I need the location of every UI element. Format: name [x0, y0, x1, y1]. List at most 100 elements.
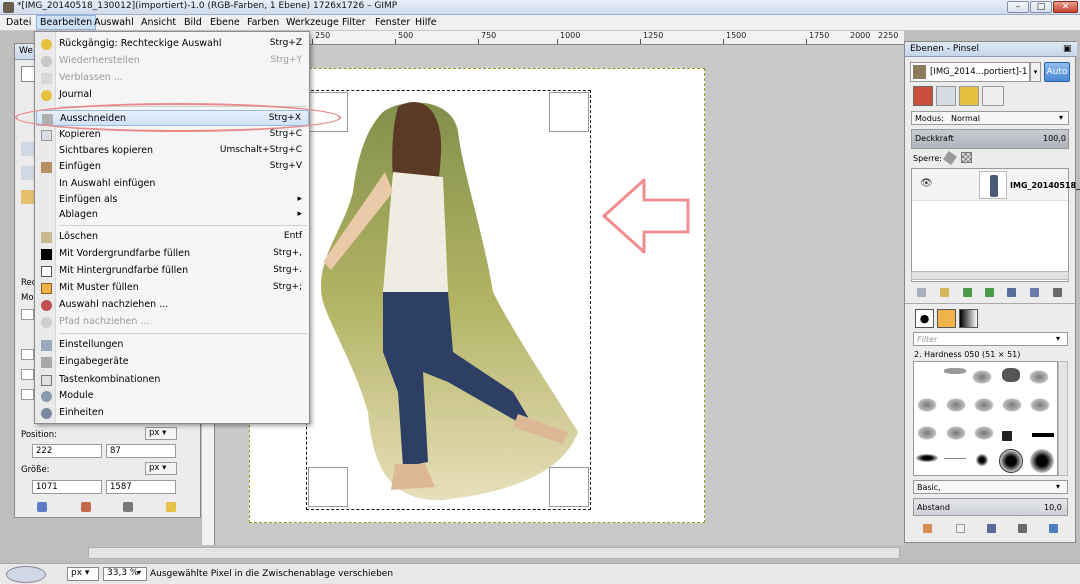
new-layer-icon[interactable] [917, 288, 926, 297]
menu-item-fill-fg[interactable]: Mit Vordergrundfarbe füllen Strg+, [36, 246, 309, 262]
menu-item-undo[interactable]: Rückgängig: Rechteckige Auswahl Strg+Z [36, 36, 309, 52]
stroke-selection-icon [41, 300, 52, 311]
menu-item-input-devices[interactable]: Eingabegeräte [36, 354, 309, 370]
menu-item-paste[interactable]: Einfügen Strg+V [36, 159, 309, 175]
horizontal-scrollbar[interactable] [88, 547, 900, 559]
menu-item-clear[interactable]: Löschen Entf [36, 229, 309, 245]
opacity-slider[interactable]: Deckkraft 100,0 [911, 129, 1069, 149]
anchor-layer-icon[interactable] [1030, 288, 1039, 297]
menu-item-label: Pfad nachziehen ... [59, 316, 150, 327]
menu-bild[interactable]: Bild [184, 17, 202, 28]
menu-item-fade[interactable]: Verblassen ... [36, 70, 309, 86]
option-checkbox[interactable] [21, 349, 34, 360]
size-width-input[interactable]: 1071 [32, 480, 102, 494]
rectangle-selection[interactable] [306, 90, 591, 510]
selection-handle-bottom-right[interactable] [549, 467, 589, 507]
auto-button[interactable]: Auto [1044, 62, 1070, 82]
close-button[interactable]: ✕ [1053, 1, 1078, 13]
menu-item-label: Einheiten [59, 407, 104, 418]
new-brush-icon[interactable] [956, 524, 965, 533]
restore-options-icon[interactable] [81, 502, 91, 512]
image-selector-dropdown[interactable]: [IMG_2014...portiert]-1 [910, 62, 1030, 82]
menu-item-modules[interactable]: Module [36, 388, 309, 404]
brush-grid[interactable] [913, 361, 1058, 476]
panel-menu-icon[interactable]: ▣ [1063, 44, 1072, 54]
maximize-button[interactable]: □ [1030, 1, 1052, 13]
patterns-tab-icon[interactable] [937, 309, 956, 328]
layer-mode-dropdown[interactable]: Modus: Normal ▾ [911, 111, 1069, 125]
brush-tag-dropdown[interactable]: Basic, ▾ [913, 480, 1068, 494]
menu-werkzeuge[interactable]: Werkzeuge [286, 17, 339, 28]
menu-auswahl[interactable]: Auswahl [94, 17, 134, 28]
size-height-input[interactable]: 1587 [106, 480, 176, 494]
zoom-arrow-icon[interactable]: ▾ [137, 568, 141, 577]
brushes-tab-icon[interactable]: ● [915, 309, 934, 328]
menu-item-buffers[interactable]: Ablagen ▸ [36, 207, 309, 223]
menu-item-keyboard-shortcuts[interactable]: Tastenkombinationen [36, 372, 309, 388]
brush-filter-input[interactable]: Filter ▾ [913, 332, 1068, 346]
menu-item-label: Einfügen als [59, 194, 118, 205]
lower-layer-icon[interactable] [985, 288, 994, 297]
image-selector-arrow-icon[interactable]: ▾ [1030, 62, 1041, 82]
menu-item-stroke-selection[interactable]: Auswahl nachziehen ... [36, 297, 309, 313]
unit-dropdown[interactable]: px ▾ [67, 567, 99, 581]
top-ruler[interactable]: 250 500 750 1000 1250 1500 1750 2000 225… [232, 31, 904, 45]
position-y-input[interactable]: 87 [106, 444, 176, 458]
position-x-input[interactable]: 222 [32, 444, 102, 458]
menu-item-units[interactable]: Einheiten [36, 405, 309, 421]
undo-history-tab-icon[interactable] [982, 86, 1004, 106]
size-unit-dropdown[interactable]: px ▾ [145, 462, 177, 475]
option-checkbox[interactable] [21, 309, 34, 320]
option-checkbox[interactable] [21, 389, 34, 400]
paths-tab-icon[interactable] [959, 86, 979, 106]
minimize-button[interactable]: – [1007, 1, 1029, 13]
position-unit-dropdown[interactable]: px ▾ [145, 427, 177, 440]
layers-hscrollbar[interactable] [911, 271, 1069, 280]
duplicate-brush-icon[interactable] [987, 524, 996, 533]
ruler-tick-label: 250 [315, 31, 331, 40]
brush-grid-scrollbar[interactable] [1058, 361, 1068, 476]
navigate-icon[interactable] [6, 566, 46, 583]
menu-item-paste-as[interactable]: Einfügen als ▸ [36, 192, 309, 208]
menu-datei[interactable]: Datei [6, 17, 31, 28]
edit-brush-icon[interactable] [923, 524, 932, 533]
raise-layer-icon[interactable] [963, 288, 972, 297]
menu-ansicht[interactable]: Ansicht [141, 17, 176, 28]
lock-alpha-icon[interactable] [961, 152, 972, 163]
menu-hilfe[interactable]: Hilfe [415, 17, 437, 28]
channels-tab-icon[interactable] [936, 86, 956, 106]
lock-pixels-icon[interactable] [943, 151, 957, 165]
layers-tab-icon[interactable] [913, 86, 933, 106]
layer-group-icon[interactable] [940, 288, 949, 297]
menu-item-redo[interactable]: Wiederherstellen Strg+Y [36, 53, 309, 69]
delete-brush-icon[interactable] [1018, 524, 1027, 533]
menu-item-preferences[interactable]: Einstellungen [36, 337, 309, 353]
delete-layer-icon[interactable] [1053, 288, 1062, 297]
delete-options-icon[interactable] [123, 502, 133, 512]
option-checkbox[interactable] [21, 369, 34, 380]
menu-fenster[interactable]: Fenster [375, 17, 410, 28]
copy-icon [41, 130, 52, 141]
refresh-brushes-icon[interactable] [1049, 524, 1058, 533]
gradients-tab-icon[interactable] [959, 309, 978, 328]
layer-name[interactable]: IMG_20140518_ [1010, 181, 1080, 190]
menu-item-fill-bg[interactable]: Mit Hintergrundfarbe füllen Strg+. [36, 263, 309, 279]
menu-item-journal[interactable]: Journal [36, 87, 309, 103]
layer-row[interactable]: 👁 IMG_20140518_ [912, 169, 1080, 201]
menu-filter[interactable]: Filter [342, 17, 366, 28]
menu-ebene[interactable]: Ebene [210, 17, 240, 28]
menu-item-stroke-path[interactable]: Pfad nachziehen ... [36, 314, 309, 330]
reset-options-icon[interactable] [166, 502, 176, 512]
menu-item-paste-into[interactable]: In Auswahl einfügen [36, 176, 309, 192]
menu-item-copy-visible[interactable]: Sichtbares kopieren Umschalt+Strg+C [36, 143, 309, 159]
spacing-slider[interactable]: Abstand 10,0 [913, 498, 1068, 516]
duplicate-layer-icon[interactable] [1007, 288, 1016, 297]
selection-handle-bottom-left[interactable] [308, 467, 348, 507]
menu-item-label: Ablagen [59, 209, 98, 220]
menu-bearbeiten[interactable]: Bearbeiten [36, 15, 97, 30]
save-options-icon[interactable] [37, 502, 47, 512]
eye-visibility-icon[interactable]: 👁 [920, 178, 933, 189]
selection-handle-top-right[interactable] [549, 92, 589, 132]
menu-item-fill-pattern[interactable]: Mit Muster füllen Strg+; [36, 280, 309, 296]
menu-farben[interactable]: Farben [247, 17, 279, 28]
